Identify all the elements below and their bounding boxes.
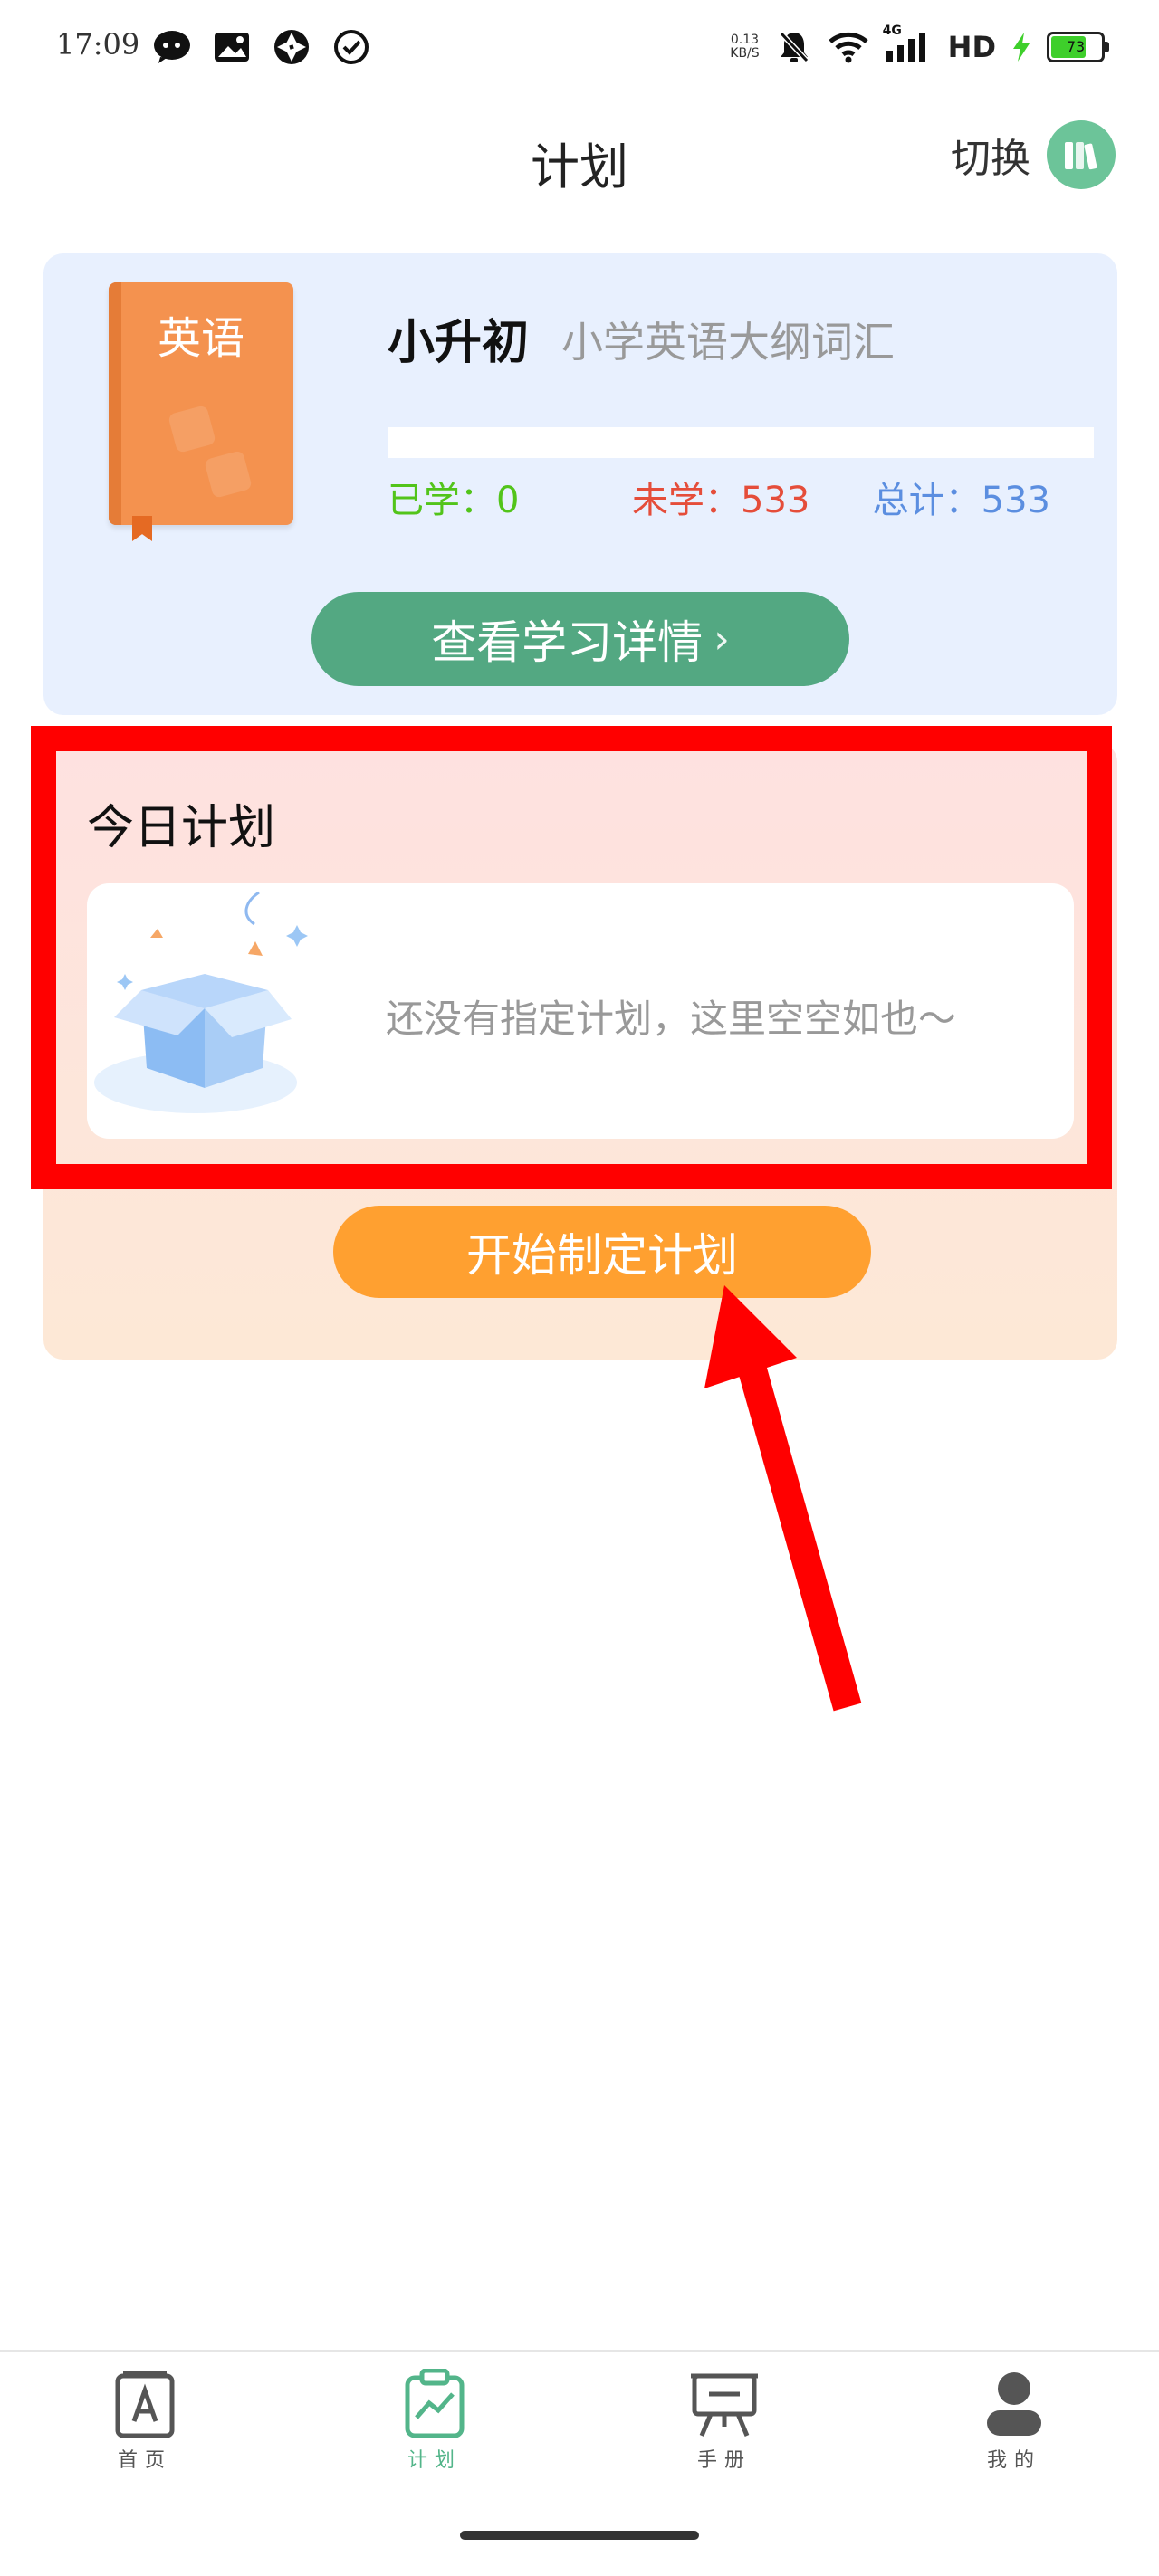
status-bar: 17:09 0.13 KB/S 4G HD 73 (0, 0, 1159, 91)
nav-label-plan: 计划 (407, 2449, 462, 2472)
book-title: 小升初 (388, 316, 530, 370)
nav-label-home: 首页 (117, 2449, 172, 2472)
chevron-right-icon: › (714, 615, 730, 663)
book-a-icon (109, 2368, 181, 2440)
nav-item-mine[interactable]: 我的 (924, 2368, 1105, 2473)
clipboard-chart-icon (398, 2368, 471, 2440)
home-indicator[interactable] (460, 2531, 699, 2540)
switch-label: 切换 (951, 136, 1030, 182)
battery-indicator: 73 (1047, 32, 1109, 62)
gallery-icon (212, 27, 252, 67)
hd-indicator: HD (947, 30, 996, 64)
start-plan-button[interactable]: 开始制定计划 (333, 1206, 871, 1298)
mute-bell-icon (774, 27, 814, 67)
battery-percent: 73 (1066, 38, 1086, 55)
switch-book-button[interactable]: 切换 (951, 120, 1116, 189)
annotation-highlight-box (31, 726, 1112, 1189)
total-count: 总计：533 (872, 480, 1050, 521)
bottom-navigation: 首页 计划 手册 我的 (0, 2350, 1159, 2576)
book-cover: 英语 (109, 282, 293, 525)
network-type: 4G (882, 24, 902, 38)
current-book-card: 英语 小升初 小学英语大纲词汇 已学：0 未学：533 总计：533 查看学习详… (43, 253, 1117, 715)
wifi-icon (828, 27, 868, 67)
signal-icon: 4G (882, 24, 934, 67)
check-circle-icon (331, 27, 371, 67)
bookmark-ribbon (132, 516, 152, 541)
nav-item-handbook[interactable]: 手册 (634, 2368, 815, 2473)
cover-decoration-icon (168, 405, 252, 498)
books-icon (1047, 120, 1116, 189)
person-icon (978, 2368, 1050, 2440)
charging-icon (1011, 27, 1032, 67)
status-time: 17:09 (56, 27, 140, 62)
progress-bar (388, 427, 1094, 458)
aperture-icon (272, 27, 311, 67)
nav-item-home[interactable]: 首页 (54, 2368, 235, 2473)
view-study-details-button[interactable]: 查看学习详情 › (311, 592, 849, 686)
learned-count: 已学：0 (388, 480, 520, 521)
net-speed-value: 0.13 (730, 33, 760, 47)
nav-item-plan[interactable]: 计划 (344, 2368, 525, 2473)
wechat-icon (152, 27, 192, 67)
unlearned-count: 未学：533 (632, 480, 810, 521)
book-cover-label: 英语 (157, 313, 244, 364)
book-subtitle: 小学英语大纲词汇 (561, 318, 895, 367)
detail-button-label: 查看学习详情 (431, 616, 704, 669)
net-speed-unit: KB/S (730, 46, 760, 61)
nav-label-mine: 我的 (986, 2449, 1041, 2472)
net-speed: 0.13 KB/S (730, 33, 759, 61)
easel-icon (688, 2368, 761, 2440)
nav-label-handbook: 手册 (696, 2449, 752, 2472)
